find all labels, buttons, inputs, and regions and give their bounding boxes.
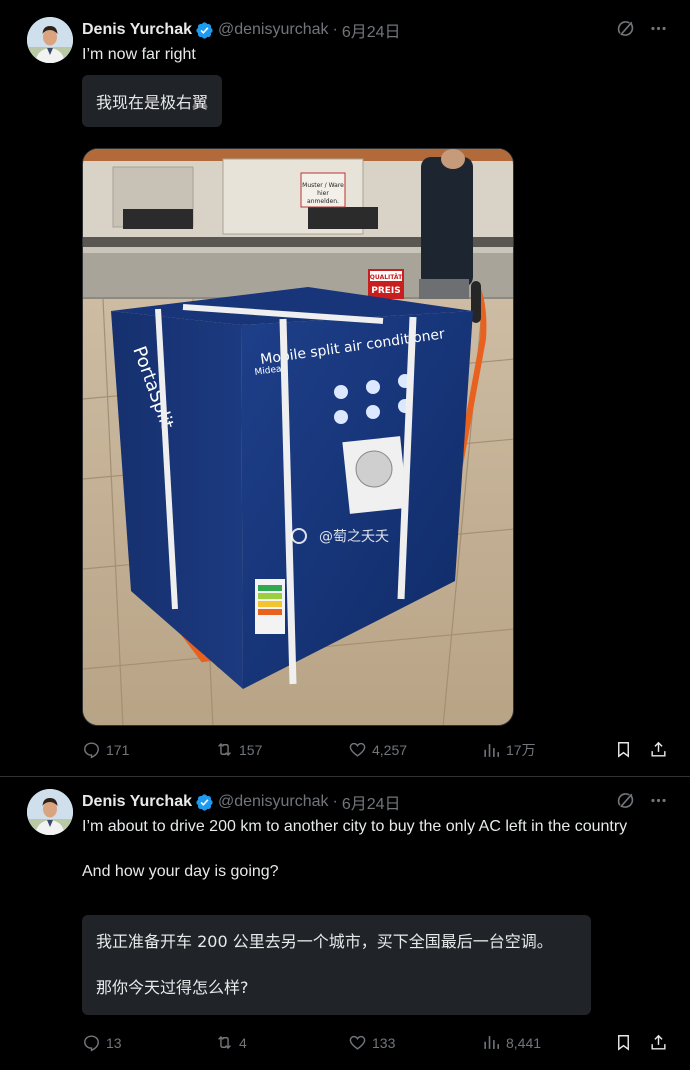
like-button[interactable]: 4,257 bbox=[348, 740, 407, 759]
avatar-image bbox=[27, 789, 73, 835]
more-icon[interactable] bbox=[649, 19, 668, 38]
translation-box: 我正准备开车 200 公里去另一个城市，买下全国最后一台空调。 那你今天过得怎么… bbox=[82, 915, 591, 1015]
avatar[interactable] bbox=[27, 789, 73, 835]
views-button[interactable]: 17万 bbox=[482, 740, 536, 760]
tweet-text-line-2: And how your day is going? bbox=[82, 863, 279, 880]
bookmark-button[interactable] bbox=[614, 740, 633, 759]
author-handle[interactable]: @denisyurchak bbox=[218, 793, 329, 811]
view-count: 8,441 bbox=[506, 1034, 542, 1051]
translation-box: 我现在是极右翼 bbox=[82, 75, 223, 127]
price-sign-bottom: PREIS bbox=[371, 286, 401, 296]
reply-count: 13 bbox=[106, 1034, 122, 1051]
like-icon bbox=[349, 742, 366, 757]
counter-notice-line-3: anmelden. bbox=[307, 198, 339, 205]
reply-count: 171 bbox=[106, 741, 130, 758]
like-button[interactable]: 133 bbox=[348, 1033, 395, 1052]
counter-notice-line-2: hier bbox=[317, 190, 329, 197]
bookmark-icon bbox=[618, 742, 629, 758]
tweet-photo[interactable]: Muster / Ware hier anmelden. QUALITÄT PR… bbox=[82, 148, 514, 726]
reply-icon bbox=[84, 1035, 99, 1052]
tweet-date[interactable]: 6月24日 bbox=[342, 18, 401, 42]
author-name[interactable]: Denis Yurchak bbox=[82, 21, 192, 39]
retweet-count: 4 bbox=[239, 1034, 247, 1051]
counter-notice-line-1: Muster / Ware bbox=[302, 182, 344, 189]
tweet-actions: 13 4 133 8,441 bbox=[82, 1033, 672, 1057]
grok-icon[interactable] bbox=[616, 19, 635, 38]
tweet-1[interactable]: Denis Yurchak @denisyurchak · 6月24日 I’m … bbox=[0, 0, 690, 777]
share-button[interactable] bbox=[649, 1033, 668, 1052]
photo-watermark: @萄之夭夭 bbox=[319, 529, 389, 545]
view-count: 17万 bbox=[506, 742, 536, 758]
separator-dot: · bbox=[332, 21, 338, 38]
retweet-button[interactable]: 157 bbox=[215, 740, 262, 759]
price-sign-top: QUALITÄT bbox=[370, 274, 403, 281]
views-icon bbox=[484, 743, 500, 757]
bookmark-button[interactable] bbox=[614, 1033, 633, 1052]
tweet-actions: 171 157 4,257 17万 bbox=[82, 740, 672, 764]
views-button[interactable]: 8,441 bbox=[482, 1033, 541, 1052]
author-name[interactable]: Denis Yurchak bbox=[82, 793, 192, 811]
retweet-button[interactable]: 4 bbox=[215, 1033, 247, 1052]
translation-line-2: 那你今天过得怎么样? bbox=[96, 978, 249, 997]
avatar-image bbox=[27, 17, 73, 63]
like-count: 4,257 bbox=[372, 741, 408, 758]
tweet-text: I’m about to drive 200 km to another cit… bbox=[82, 815, 642, 883]
tweet-top-actions bbox=[616, 791, 668, 810]
verified-badge-icon bbox=[196, 793, 213, 811]
photo-ac-box-on-cart: Muster / Ware hier anmelden. QUALITÄT PR… bbox=[83, 149, 513, 725]
reply-icon bbox=[84, 742, 99, 759]
tweet-top-actions bbox=[616, 19, 668, 38]
retweet-icon bbox=[218, 742, 231, 757]
tweet-header: Denis Yurchak @denisyurchak · 6月24日 bbox=[82, 790, 401, 814]
more-icon[interactable] bbox=[649, 791, 668, 810]
translation-line-1: 我正准备开车 200 公里去另一个城市，买下全国最后一台空调。 bbox=[96, 932, 553, 951]
bookmark-icon bbox=[618, 1035, 629, 1051]
views-icon bbox=[484, 1036, 500, 1049]
share-icon bbox=[651, 1034, 666, 1050]
like-count: 133 bbox=[372, 1034, 396, 1051]
retweet-icon bbox=[218, 1035, 231, 1050]
grok-icon[interactable] bbox=[616, 791, 635, 810]
translation-text: 我现在是极右翼 bbox=[96, 93, 209, 112]
tweet-text: I’m now far right bbox=[82, 46, 196, 63]
reply-button[interactable]: 171 bbox=[82, 740, 129, 759]
share-button[interactable] bbox=[649, 740, 668, 759]
retweet-count: 157 bbox=[239, 741, 263, 758]
share-icon bbox=[651, 741, 666, 757]
tweet-date[interactable]: 6月24日 bbox=[342, 790, 401, 814]
like-icon bbox=[349, 1035, 366, 1050]
tweet-2[interactable]: Denis Yurchak @denisyurchak · 6月24日 I’m … bbox=[0, 777, 690, 1070]
author-handle[interactable]: @denisyurchak bbox=[218, 21, 329, 39]
tweet-text-line-1: I’m about to drive 200 km to another cit… bbox=[82, 818, 628, 835]
separator-dot: · bbox=[332, 793, 338, 810]
verified-badge-icon bbox=[196, 21, 213, 39]
avatar[interactable] bbox=[27, 17, 73, 63]
tweet-header: Denis Yurchak @denisyurchak · 6月24日 bbox=[82, 18, 401, 42]
reply-button[interactable]: 13 bbox=[82, 1033, 122, 1052]
